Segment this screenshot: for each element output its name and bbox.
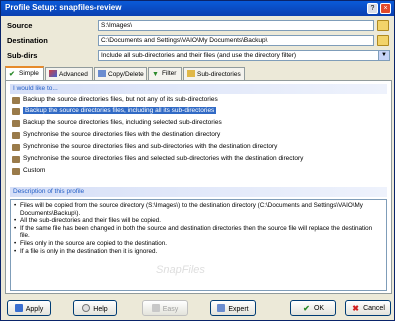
backup-icon	[12, 108, 20, 115]
description-line: Files only in the source are copied to t…	[14, 240, 383, 248]
folder-icon	[187, 70, 195, 77]
description-line: Files will be copied from the source dir…	[14, 202, 383, 217]
tab-copy-delete[interactable]: Copy/Delete	[94, 67, 147, 80]
filter-icon: ▼	[152, 71, 159, 78]
easy-icon	[151, 304, 160, 312]
cancel-icon: ✖	[352, 304, 359, 313]
backup-icon	[12, 120, 20, 127]
check-icon: ✔	[303, 304, 310, 313]
save-icon	[14, 304, 23, 312]
description-line: If the same file has been changed in bot…	[14, 225, 383, 240]
option-item[interactable]: Backup the source directories files, inc…	[12, 107, 217, 117]
cancel-button[interactable]: ✖ Cancel	[345, 300, 391, 316]
destination-folder-icon[interactable]	[377, 35, 389, 46]
help-icon[interactable]: ?	[367, 3, 378, 14]
tab-filter[interactable]: ▼ Filter	[148, 67, 182, 80]
expert-icon	[217, 304, 226, 312]
check-icon: ✔	[9, 71, 15, 78]
option-item[interactable]: Custom	[12, 167, 45, 177]
title-bar: Profile Setup: snapfiles-review ? ×	[1, 1, 394, 16]
tab-simple[interactable]: ✔ Simple	[5, 66, 44, 80]
option-item[interactable]: Backup the source directories files, but…	[12, 96, 218, 106]
sync-icon	[12, 132, 20, 139]
ok-button[interactable]: ✔ OK	[290, 300, 336, 316]
subdirs-value: Include all sub-directories and their fi…	[101, 52, 297, 59]
close-icon[interactable]: ×	[380, 3, 391, 14]
option-item[interactable]: Synchronise the source directories files…	[12, 143, 277, 153]
profile-setup-window: Profile Setup: snapfiles-review ? × Sour…	[0, 0, 395, 321]
tab-advanced[interactable]: Advanced	[45, 67, 93, 80]
apply-button[interactable]: Apply	[7, 300, 51, 316]
subdirs-select[interactable]: Include all sub-directories and their fi…	[98, 50, 390, 61]
subdirs-label: Sub-dirs	[7, 51, 38, 60]
advanced-icon	[49, 70, 57, 77]
option-item[interactable]: Synchronise the source directories files…	[12, 131, 220, 141]
description-line: All the sub-directories and their files …	[14, 217, 383, 225]
simple-tab-panel: I would like to... Backup the source dir…	[5, 80, 392, 294]
window-title: Profile Setup: snapfiles-review	[5, 3, 122, 12]
help-button[interactable]: Help	[73, 300, 117, 316]
chevron-down-icon[interactable]: ▼	[378, 51, 389, 60]
source-input[interactable]: S:\Images\	[98, 20, 374, 31]
destination-label: Destination	[7, 36, 48, 45]
description-box: Files will be copied from the source dir…	[10, 199, 387, 291]
expert-button[interactable]: Expert	[210, 300, 256, 316]
destination-input[interactable]: C:\Documents and Settings\VAIO\My Docume…	[98, 35, 374, 46]
options-heading: I would like to...	[10, 84, 387, 94]
source-label: Source	[7, 21, 33, 30]
option-item[interactable]: Backup the source directories files, inc…	[12, 119, 222, 129]
source-folder-icon[interactable]	[377, 20, 389, 31]
backup-icon	[12, 97, 20, 104]
tab-sub-directories[interactable]: Sub-directories	[183, 67, 245, 80]
watermark: SnapFiles	[156, 264, 205, 276]
easy-button[interactable]: Easy	[142, 300, 188, 316]
description-line: If a file is only in the destination the…	[14, 248, 383, 256]
sync-icon	[12, 144, 20, 151]
description-heading: Description of this profile	[10, 187, 387, 197]
sync-icon	[12, 156, 20, 163]
help-circle-icon	[82, 304, 91, 312]
copy-icon	[98, 70, 106, 77]
option-item[interactable]: Synchronise the source directories files…	[12, 155, 303, 165]
options-list: Backup the source directories files, but…	[10, 95, 387, 189]
custom-icon	[12, 168, 20, 175]
